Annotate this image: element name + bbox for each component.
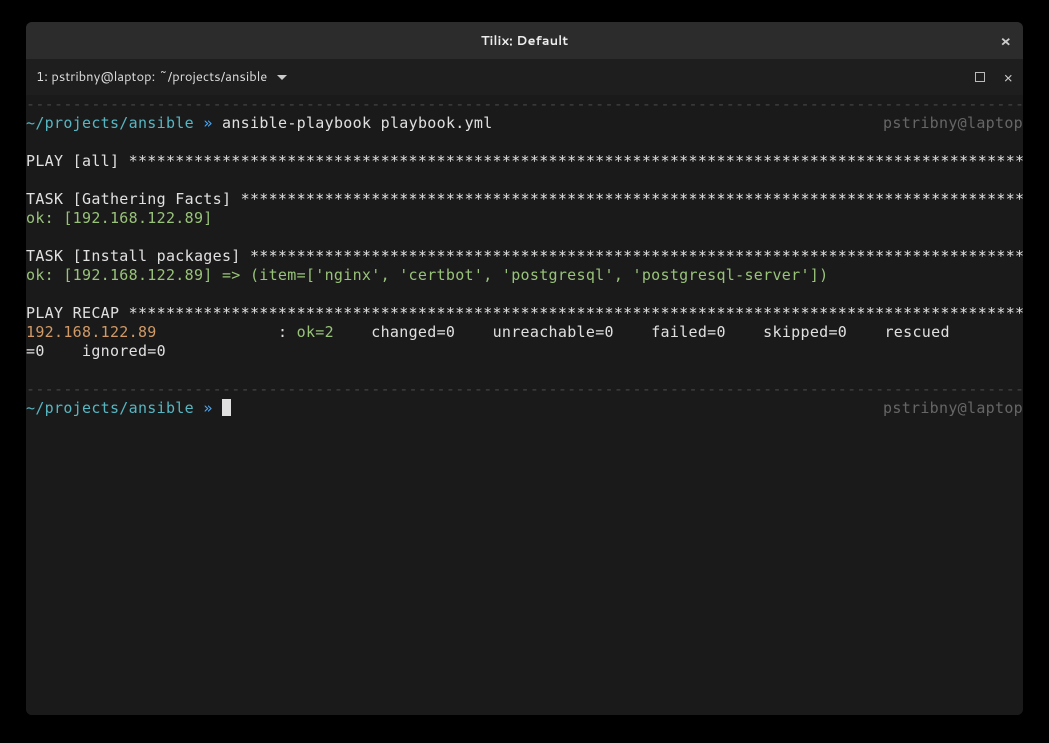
chevron-down-icon[interactable] bbox=[277, 75, 287, 80]
prompt-userhost: pstribny@laptop bbox=[883, 399, 1023, 418]
blank-line bbox=[26, 285, 1023, 304]
prompt-path: ~/projects/ansible bbox=[26, 399, 194, 417]
recap-header: PLAY RECAP *****************************… bbox=[26, 304, 1023, 323]
terminal-window: Tilix: Default × 1: pstribny@laptop: ~/p… bbox=[26, 22, 1023, 715]
tab-bar: 1: pstribny@laptop: ~/projects/ansible × bbox=[26, 59, 1023, 95]
tab-close-icon[interactable]: × bbox=[1003, 70, 1013, 85]
prompt-line-1: ~/projects/ansible » ansible-playbook pl… bbox=[26, 114, 1023, 133]
prompt-line-2: ~/projects/ansible » pstribny@laptop bbox=[26, 399, 1023, 418]
tab[interactable]: 1: pstribny@laptop: ~/projects/ansible bbox=[36, 68, 287, 86]
blank-line bbox=[26, 171, 1023, 190]
recap-line: 192.168.122.89 : ok=2 changed=0 unreacha… bbox=[26, 323, 1023, 342]
task-gathering-header: TASK [Gathering Facts] *****************… bbox=[26, 190, 1023, 209]
separator-line: ----------------------------------------… bbox=[26, 380, 1023, 399]
prompt-separator: » bbox=[203, 114, 212, 132]
window-titlebar[interactable]: Tilix: Default × bbox=[26, 22, 1023, 59]
play-header: PLAY [all] *****************************… bbox=[26, 152, 1023, 171]
prompt-separator: » bbox=[203, 399, 212, 417]
ok-install: ok: [192.168.122.89] => (item=['nginx', … bbox=[26, 266, 1023, 285]
window-title: Tilix: Default bbox=[481, 32, 568, 50]
task-install-header: TASK [Install packages] ****************… bbox=[26, 247, 1023, 266]
ok-gathering: ok: [192.168.122.89] bbox=[26, 209, 1023, 228]
tab-title-text: 1: pstribny@laptop: ~/projects/ansible bbox=[36, 68, 267, 86]
recap-colon: : bbox=[157, 323, 297, 341]
tab-controls: × bbox=[975, 70, 1013, 85]
maximize-icon[interactable] bbox=[975, 72, 985, 82]
recap-stats-1: changed=0 unreachable=0 failed=0 skipped… bbox=[362, 323, 950, 341]
command-text: ansible-playbook playbook.yml bbox=[222, 114, 493, 132]
prompt-userhost: pstribny@laptop bbox=[883, 114, 1023, 133]
window-close-icon[interactable]: × bbox=[1000, 33, 1011, 48]
recap-host: 192.168.122.89 bbox=[26, 323, 157, 341]
prompt-path: ~/projects/ansible bbox=[26, 114, 194, 132]
recap-stats-2: =0 ignored=0 bbox=[26, 342, 1023, 361]
separator-line: ----------------------------------------… bbox=[26, 95, 1023, 114]
blank-line bbox=[26, 133, 1023, 152]
blank-line bbox=[26, 228, 1023, 247]
cursor-block bbox=[222, 399, 231, 416]
terminal-content[interactable]: ----------------------------------------… bbox=[26, 95, 1023, 715]
blank-line bbox=[26, 361, 1023, 380]
recap-ok: ok=2 bbox=[297, 323, 362, 341]
